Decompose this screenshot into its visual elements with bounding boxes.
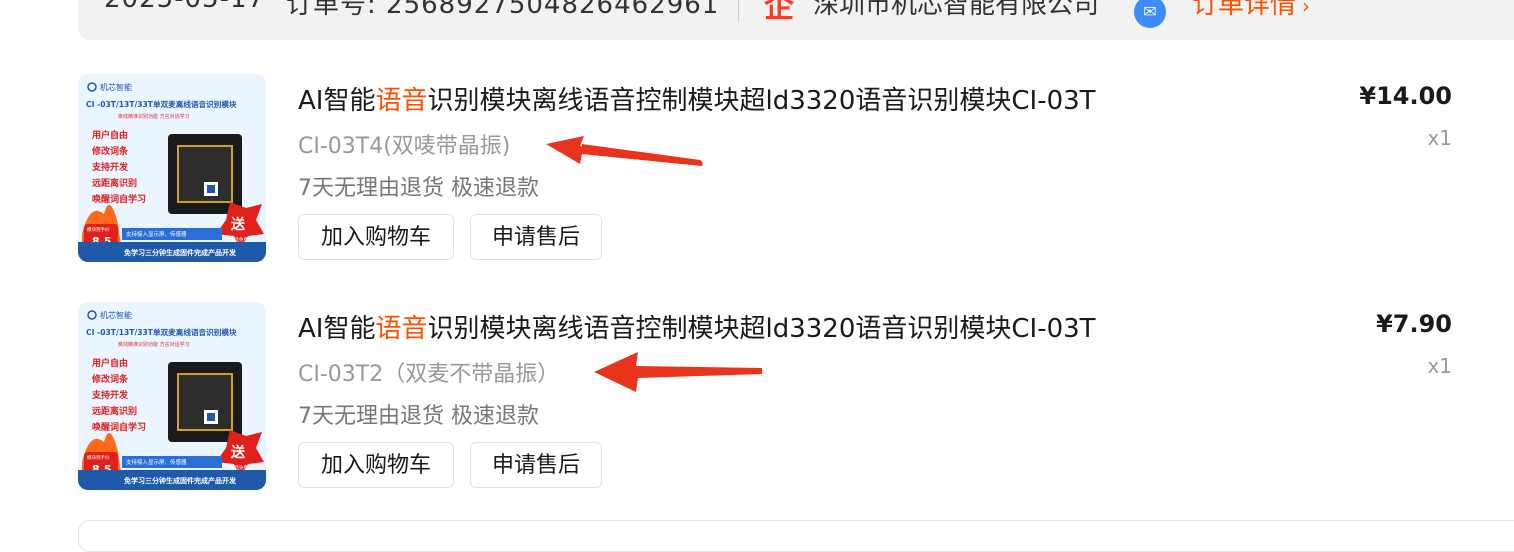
after-sales-button[interactable]: 申请售后 <box>470 214 602 260</box>
thumb-brand: 机芯智能 <box>100 82 132 92</box>
item-price: ¥7.90 <box>1376 310 1452 338</box>
product-sku: CI-03T4(双唛带晶振) <box>298 134 511 159</box>
next-order-card-edge <box>78 520 1514 552</box>
thumb-feature: 远距离识别 <box>92 405 137 417</box>
header-divider <box>738 0 739 22</box>
order-number: 订单号: 2568927504826462961 <box>286 0 720 20</box>
thumb-gift-sub: 样品免费 <box>230 236 248 243</box>
after-sales-button[interactable]: 申请售后 <box>470 442 602 488</box>
thumb-bottom-small: 支持接入显示屏、传感器 <box>126 230 187 238</box>
item-quantity: x1 <box>1427 354 1452 378</box>
thumb-bottom: 免学习三分钟生成固件完成产品开发 <box>124 248 237 257</box>
shop-name[interactable]: 深圳市机芯智能有限公司 <box>813 0 1099 21</box>
return-policy: 7天无理由退货 极速退款 <box>298 176 539 201</box>
thumb-bottom: 免学习三分钟生成固件完成产品开发 <box>124 476 237 485</box>
thumb-feature: 唤醒词自学习 <box>92 193 146 205</box>
product-image: 机芯智能 CI -03T/13T/33T单双麦离线语音识别模块 离线精准识别功能… <box>78 74 266 262</box>
thumb-feature: 用户自由 <box>91 129 128 141</box>
item-price: ¥14.00 <box>1359 82 1452 110</box>
product-title[interactable]: AI智能语音识别模块离线语音控制模块超ld3320语音识别模块CI-03T <box>298 308 1096 345</box>
item-quantity: x1 <box>1427 126 1452 150</box>
thumb-brand: 机芯智能 <box>100 310 132 320</box>
order-header: 2025-05-17 订单号: 2568927504826462961 企 深圳… <box>78 0 1514 40</box>
product-image: 机芯智能 CI -03T/13T/33T单双麦离线语音识别模块 离线精准识别功能… <box>78 302 266 490</box>
order-date: 2025-05-17 <box>104 0 265 14</box>
add-to-cart-button[interactable]: 加入购物车 <box>298 214 454 260</box>
product-thumbnail[interactable]: 机芯智能 CI -03T/13T/33T单双麦离线语音识别模块 离线精准识别功能… <box>78 302 266 490</box>
thumb-feature: 用户自由 <box>91 357 128 369</box>
order-item: 机芯智能 CI -03T/13T/33T单双麦离线语音识别模块 离线精准识别功能… <box>78 74 1458 264</box>
thumb-subline: 离线精准识别功能 方言对话学习 <box>118 113 190 120</box>
thumb-feature: 支持开发 <box>91 389 129 401</box>
thumb-gift-sub: 样品免费 <box>230 464 248 471</box>
add-to-cart-button[interactable]: 加入购物车 <box>298 442 454 488</box>
product-sku: CI-03T2（双麦不带晶振） <box>298 362 560 387</box>
thumb-feature: 修改词条 <box>91 373 129 385</box>
chat-bubble-icon[interactable]: ✉ <box>1134 0 1166 28</box>
thumb-promo-label: 模块到手价 <box>87 454 110 461</box>
chevron-right-icon: › <box>1302 0 1311 18</box>
thumb-feature: 远距离识别 <box>92 177 137 189</box>
product-thumbnail[interactable]: 机芯智能 CI -03T/13T/33T单双麦离线语音识别模块 离线精准识别功能… <box>78 74 266 262</box>
thumb-subline: 离线精准识别功能 方言对话学习 <box>118 341 190 348</box>
thumb-gift: 送 <box>230 216 246 233</box>
thumb-headline: CI -03T/13T/33T单双麦离线语音识别模块 <box>86 327 237 337</box>
order-item: 机芯智能 CI -03T/13T/33T单双麦离线语音识别模块 离线精准识别功能… <box>78 302 1458 492</box>
thumb-promo-label: 模块到手价 <box>87 226 110 233</box>
return-policy: 7天无理由退货 极速退款 <box>298 404 539 429</box>
thumb-feature: 支持开发 <box>91 161 129 173</box>
shop-badge-icon: 企 <box>764 0 794 25</box>
thumb-feature: 修改词条 <box>91 145 129 157</box>
thumb-headline: CI -03T/13T/33T单双麦离线语音识别模块 <box>86 99 237 109</box>
order-detail-link[interactable]: 订单详情 › <box>1192 0 1310 21</box>
product-title[interactable]: AI智能语音识别模块离线语音控制模块超ld3320语音识别模块CI-03T <box>298 80 1096 117</box>
thumb-bottom-small: 支持接入显示屏、传感器 <box>126 458 187 466</box>
thumb-gift: 送 <box>230 444 246 461</box>
thumb-feature: 唤醒词自学习 <box>92 421 146 433</box>
